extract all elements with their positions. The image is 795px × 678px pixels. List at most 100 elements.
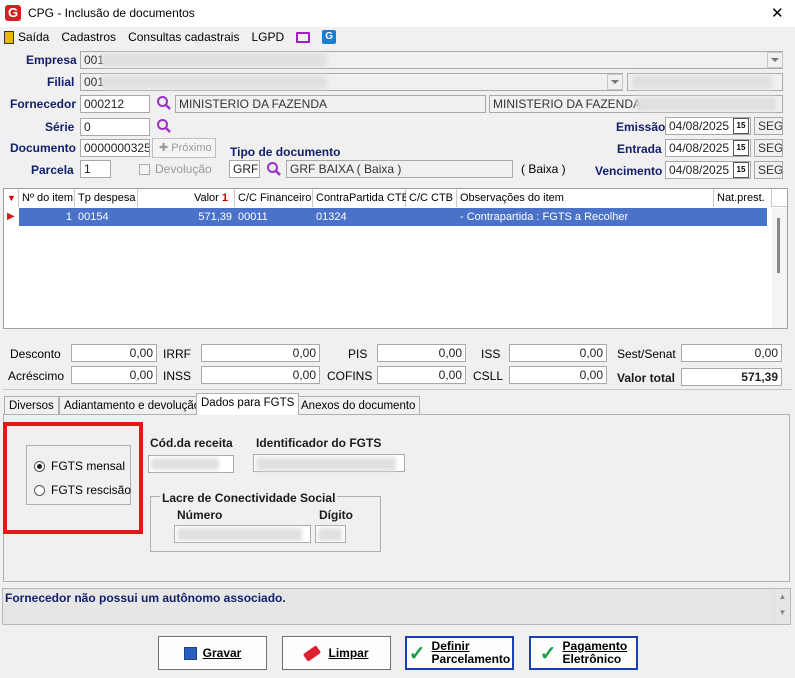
serie-label: Série bbox=[45, 120, 75, 134]
vencimento-calendar-icon[interactable]: 15 bbox=[733, 162, 749, 178]
grid-scrollbar[interactable] bbox=[772, 208, 787, 328]
items-grid[interactable]: ▼ Nº do item Tp despesa Valor 1 C/C Fina… bbox=[3, 188, 788, 329]
entrada-calendar-icon[interactable]: 15 bbox=[733, 140, 749, 156]
tab-diversos[interactable]: Diversos bbox=[4, 396, 59, 414]
identificador-label: Identificador do FGTS bbox=[256, 436, 382, 450]
documento-field[interactable]: 0000000325 bbox=[80, 139, 150, 157]
proximo-button[interactable]: ✚ Próximo bbox=[152, 138, 216, 158]
emissao-day: SEG bbox=[754, 117, 783, 135]
inss-label: INSS bbox=[163, 369, 192, 383]
status-message: Fornecedor não possui um autônomo associ… bbox=[5, 591, 286, 605]
cell-tpdespesa: 00154 bbox=[78, 211, 109, 223]
filial-redacted bbox=[102, 75, 327, 89]
tab-adiantamento[interactable]: Adiantamento e devolução bbox=[59, 396, 206, 414]
lacre-title: Lacre de Conectividade Social bbox=[160, 491, 338, 505]
tipo-desc-field: GRF BAIXA ( Baixa ) bbox=[286, 160, 513, 178]
entrada-label: Entrada bbox=[617, 142, 662, 156]
grid-scroll-thumb[interactable] bbox=[777, 218, 780, 273]
inss-field[interactable]: 0,00 bbox=[201, 366, 320, 384]
fornecedor-redacted bbox=[636, 97, 776, 111]
iss-field[interactable]: 0,00 bbox=[509, 344, 607, 362]
pis-field[interactable]: 0,00 bbox=[377, 344, 466, 362]
title-bar: G CPG - Inclusão de documentos ✕ bbox=[0, 0, 795, 27]
tab-fgts[interactable]: Dados para FGTS bbox=[196, 393, 300, 415]
app-logo-icon: G bbox=[5, 5, 21, 21]
emissao-label: Emissão bbox=[616, 120, 666, 134]
col-ccctb[interactable]: C/C CTB bbox=[406, 189, 457, 207]
entrada-day: SEG bbox=[754, 139, 783, 157]
cell-ccctb bbox=[406, 208, 457, 226]
desconto-field[interactable]: 0,00 bbox=[71, 344, 157, 362]
fornecedor-code-field[interactable]: 000212 bbox=[80, 95, 150, 113]
tipo-code-field[interactable]: GRF bbox=[229, 160, 260, 178]
highlight-box bbox=[3, 422, 143, 534]
menu-saida[interactable]: Saída bbox=[18, 30, 49, 44]
acrescimo-field[interactable]: 0,00 bbox=[71, 366, 157, 384]
empresa-redacted bbox=[102, 53, 327, 67]
irrf-field[interactable]: 0,00 bbox=[201, 344, 320, 362]
exit-icon[interactable] bbox=[4, 30, 14, 44]
menu-cadastros[interactable]: Cadastros bbox=[61, 30, 116, 44]
fornecedor-name-field: MINISTERIO DA FAZENDA bbox=[175, 95, 486, 113]
limpar-button[interactable]: Limpar bbox=[282, 636, 391, 670]
cell-ccfin: 00011 bbox=[238, 211, 268, 223]
save-icon bbox=[183, 646, 197, 660]
check-icon: ✓ bbox=[539, 642, 557, 665]
filial-label: Filial bbox=[47, 75, 75, 89]
numero-redacted bbox=[177, 528, 302, 541]
parcela-field[interactable]: 1 bbox=[80, 160, 111, 178]
digito-redacted bbox=[318, 528, 342, 541]
status-scrollbar[interactable]: ▲ ▼ bbox=[774, 589, 790, 624]
pagamento-eletronico-button[interactable]: ✓ Pagamento Eletrônico bbox=[529, 636, 638, 670]
check-icon: ✓ bbox=[408, 642, 426, 665]
col-tpdespesa[interactable]: Tp despesa bbox=[75, 189, 138, 207]
sort-marker: 1 bbox=[221, 192, 228, 204]
cofins-field[interactable]: 0,00 bbox=[377, 366, 466, 384]
col-nitem[interactable]: Nº do item bbox=[19, 189, 75, 207]
gravar-button[interactable]: Gravar bbox=[158, 636, 267, 670]
app-g-icon[interactable]: G bbox=[322, 30, 337, 44]
col-contrapartida[interactable]: ContraPartida CTB bbox=[313, 189, 409, 207]
grid-corner[interactable]: ▼ bbox=[4, 189, 19, 207]
documento-label: Documento bbox=[10, 141, 76, 155]
cell-valor: 571,39 bbox=[198, 211, 232, 223]
divider bbox=[3, 389, 792, 390]
empresa-dropdown-icon[interactable] bbox=[767, 52, 783, 68]
cell-contrapartida: 01324 bbox=[316, 211, 347, 223]
monitor-icon[interactable] bbox=[296, 31, 311, 43]
parcela-label: Parcela bbox=[31, 163, 74, 177]
col-observacoes[interactable]: Observações do item bbox=[457, 189, 714, 207]
col-valor[interactable]: Valor 1 bbox=[138, 189, 235, 207]
grid-header: ▼ Nº do item Tp despesa Valor 1 C/C Fina… bbox=[4, 189, 787, 207]
col-natprest[interactable]: Nat.prest. bbox=[714, 189, 772, 207]
cod-receita-redacted bbox=[151, 458, 219, 470]
empresa-label: Empresa bbox=[26, 53, 77, 67]
cod-receita-label: Cód.da receita bbox=[150, 436, 233, 450]
col-ccfin[interactable]: C/C Financeiro bbox=[235, 189, 313, 207]
close-icon[interactable]: ✕ bbox=[771, 4, 784, 22]
table-row[interactable]: ▶ 1 00154 571,39 00011 01324 - Contrapar… bbox=[4, 208, 767, 226]
tipo-search-icon[interactable] bbox=[266, 161, 282, 177]
irrf-label: IRRF bbox=[163, 347, 191, 361]
serie-field[interactable]: 0 bbox=[80, 118, 150, 136]
sest-field[interactable]: 0,00 bbox=[681, 344, 782, 362]
definir-parcelamento-button[interactable]: ✓ Definir Parcelamento bbox=[405, 636, 514, 670]
devolucao-label: Devolução bbox=[155, 162, 212, 176]
filial-dropdown-icon[interactable] bbox=[607, 74, 623, 90]
vencimento-label: Vencimento bbox=[595, 164, 663, 178]
iss-label: ISS bbox=[481, 347, 501, 361]
cell-nitem: 1 bbox=[65, 211, 72, 223]
devolucao-checkbox[interactable] bbox=[139, 164, 150, 175]
total-field: 571,39 bbox=[681, 368, 782, 386]
tipo-label: Tipo de documento bbox=[230, 145, 341, 159]
menu-consultas[interactable]: Consultas cadastrais bbox=[128, 30, 239, 44]
tab-anexos[interactable]: Anexos do documento bbox=[296, 396, 421, 414]
emissao-calendar-icon[interactable]: 15 bbox=[733, 118, 749, 134]
serie-search-icon[interactable] bbox=[156, 118, 172, 134]
eraser-icon bbox=[303, 644, 322, 662]
filial-cnpj-redacted bbox=[632, 75, 772, 89]
csll-field[interactable]: 0,00 bbox=[509, 366, 607, 384]
fornecedor-search-icon[interactable] bbox=[156, 95, 172, 111]
menu-lgpd[interactable]: LGPD bbox=[251, 30, 284, 44]
cofins-label: COFINS bbox=[327, 369, 373, 383]
